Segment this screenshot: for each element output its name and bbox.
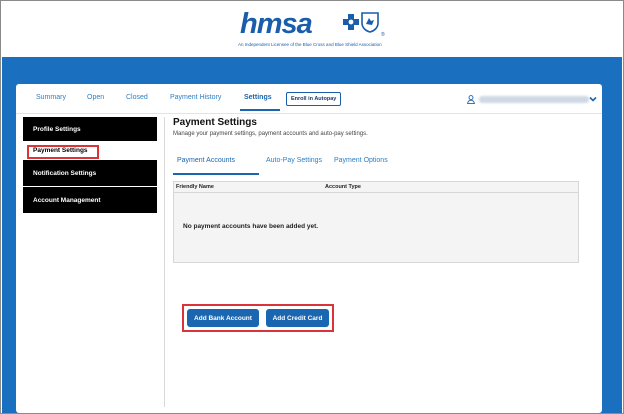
active-tab-indicator [240, 109, 280, 111]
subtab-payment-accounts[interactable]: Payment Accounts [177, 157, 235, 164]
add-bank-account-button[interactable]: Add Bank Account [187, 309, 259, 327]
page-title: Payment Settings [173, 117, 257, 128]
content-divider [164, 117, 165, 407]
browser-frame: hmsa ® An Independent Licensee of the Bl… [0, 0, 624, 414]
sidebar-item-label: Profile Settings [33, 125, 81, 133]
sidebar-item-account-management[interactable]: Account Management [23, 187, 157, 213]
registered-mark: ® [381, 32, 385, 38]
column-header-friendly-name: Friendly Name [176, 184, 214, 190]
table-header: Friendly Name Account Type [174, 182, 578, 193]
top-nav: Summary Open Closed Payment History Sett… [16, 84, 602, 113]
sidebar-item-notification-settings[interactable]: Notification Settings [23, 160, 157, 186]
sidebar-item-profile-settings[interactable]: Profile Settings [23, 117, 157, 141]
tab-open[interactable]: Open [87, 94, 104, 101]
active-subtab-indicator [173, 173, 259, 175]
subtab-payment-options[interactable]: Payment Options [334, 157, 388, 164]
enroll-autopay-button[interactable]: Enroll in Autopay [286, 92, 342, 106]
subtab-auto-pay-settings[interactable]: Auto-Pay Settings [266, 157, 322, 164]
add-credit-card-button[interactable]: Add Credit Card [266, 309, 329, 327]
sidebar-item-label: Notification Settings [33, 169, 97, 177]
user-menu[interactable] [467, 95, 597, 105]
blue-shield-icon [361, 12, 379, 33]
page-subtitle: Manage your payment settings, payment ac… [173, 131, 368, 137]
tab-summary[interactable]: Summary [36, 94, 66, 101]
user-email-redacted [479, 96, 589, 103]
tab-closed[interactable]: Closed [126, 94, 148, 101]
settings-panel: Summary Open Closed Payment History Sett… [16, 84, 602, 413]
tab-payment-history[interactable]: Payment History [170, 94, 221, 101]
user-icon [467, 95, 475, 104]
site-header: hmsa ® An Independent Licensee of the Bl… [2, 2, 622, 57]
blue-cross-icon [343, 14, 359, 30]
empty-state-message: No payment accounts have been added yet. [183, 223, 319, 230]
chevron-down-icon[interactable] [589, 95, 597, 103]
hmsa-logo[interactable]: hmsa ® An Independent Licensee of the Bl… [238, 8, 400, 52]
sidebar-item-label: Account Management [33, 196, 101, 204]
nav-divider [16, 113, 602, 114]
logo-wordmark: hmsa [240, 8, 313, 40]
payment-accounts-table: Friendly Name Account Type No payment ac… [173, 181, 579, 263]
tab-settings[interactable]: Settings [244, 94, 272, 101]
logo-tagline: An Independent Licensee of the Blue Cros… [238, 42, 382, 47]
column-header-account-type: Account Type [325, 184, 361, 190]
highlight-box [27, 145, 99, 159]
